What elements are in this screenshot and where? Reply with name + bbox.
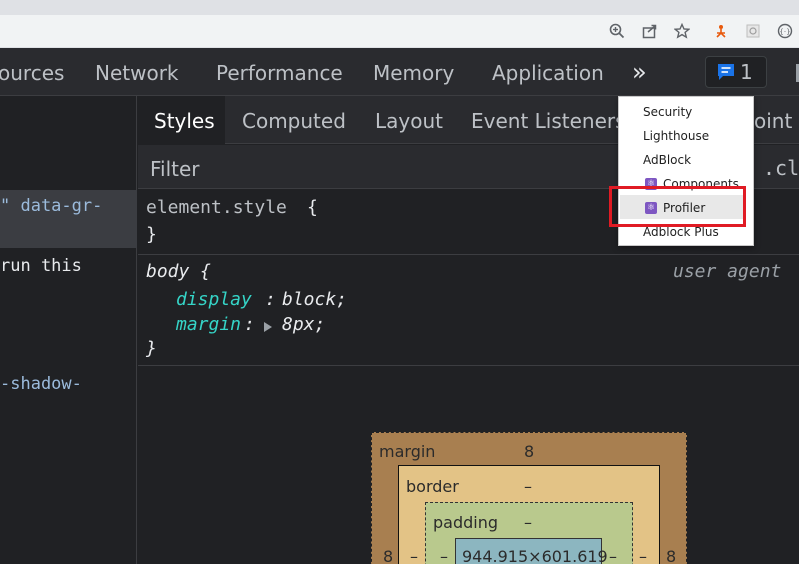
rule-open-brace: { xyxy=(200,261,211,282)
share-icon[interactable] xyxy=(640,21,660,41)
border-right-value[interactable]: – xyxy=(639,547,647,564)
dom-line[interactable]: " data-gr- xyxy=(0,196,102,216)
border-left-value[interactable]: – xyxy=(410,547,418,564)
margin-right-value[interactable]: 8 xyxy=(666,547,676,564)
menu-item-adblock-plus[interactable]: Adblock Plus xyxy=(643,225,719,239)
more-tabs-chevron-icon[interactable]: » xyxy=(632,58,647,86)
content-size[interactable]: 944.915×601.619 xyxy=(462,547,608,564)
tab-event-listeners[interactable]: Event Listeners xyxy=(471,109,626,133)
tab-sources[interactable]: ources xyxy=(0,61,64,85)
zoom-icon[interactable] xyxy=(607,21,627,41)
svg-text:{·}: {·} xyxy=(779,28,790,36)
issues-count: 1 xyxy=(740,60,753,84)
annotation-highlight-box xyxy=(609,186,746,227)
rule-close-brace: } xyxy=(146,338,157,359)
issues-button[interactable] xyxy=(705,56,767,88)
menu-item-security[interactable]: Security xyxy=(643,105,692,119)
extension-ext3-icon[interactable]: {·} xyxy=(775,21,795,41)
star-icon[interactable] xyxy=(672,21,692,41)
border-top-value[interactable]: – xyxy=(524,477,532,496)
tab-dom-breakpoints[interactable]: oint xyxy=(754,109,792,133)
property-name[interactable]: margin xyxy=(176,314,241,335)
tab-styles[interactable]: Styles xyxy=(154,109,215,133)
margin-top-value[interactable]: 8 xyxy=(524,442,534,461)
colon: : xyxy=(244,314,255,335)
padding-label: padding xyxy=(433,513,499,532)
property-name[interactable]: display xyxy=(176,289,252,310)
rule-close-brace: } xyxy=(146,224,157,245)
filter-input[interactable]: Filter xyxy=(150,157,200,181)
elements-dom-tree xyxy=(0,96,137,564)
dom-line[interactable]: -shadow- xyxy=(0,374,82,394)
rule-origin: user agent xyxy=(673,261,782,282)
tab-memory[interactable]: Memory xyxy=(373,61,454,85)
padding-right-value[interactable]: – xyxy=(609,547,617,564)
tab-performance[interactable]: Performance xyxy=(216,61,343,85)
padding-left-value[interactable]: – xyxy=(440,547,448,564)
class-toggle-button[interactable]: .cl xyxy=(763,156,799,180)
menu-item-lighthouse[interactable]: Lighthouse xyxy=(643,129,709,143)
property-value[interactable]: block; xyxy=(282,289,347,310)
dom-line[interactable]: run this xyxy=(0,256,82,276)
message-icon xyxy=(716,63,736,86)
property-value[interactable]: 8px; xyxy=(282,314,325,335)
body-selector: body xyxy=(146,261,190,282)
tab-application[interactable]: Application xyxy=(492,61,604,85)
extension-ext1-icon[interactable] xyxy=(711,21,731,41)
rule-open-brace: { xyxy=(307,197,318,218)
element-style-selector: element.style xyxy=(146,197,287,218)
extension-ext2-icon[interactable] xyxy=(743,21,763,41)
menu-item-adblock[interactable]: AdBlock xyxy=(643,153,691,167)
expand-triangle-icon[interactable] xyxy=(263,318,273,337)
margin-left-value[interactable]: 8 xyxy=(383,547,393,564)
colon: : xyxy=(265,289,276,310)
padding-top-value[interactable]: – xyxy=(524,513,532,532)
margin-label: margin xyxy=(379,442,436,461)
border-label: border xyxy=(406,477,459,496)
tab-layout[interactable]: Layout xyxy=(375,109,443,133)
tab-network[interactable]: Network xyxy=(95,61,179,85)
tab-computed[interactable]: Computed xyxy=(242,109,346,133)
